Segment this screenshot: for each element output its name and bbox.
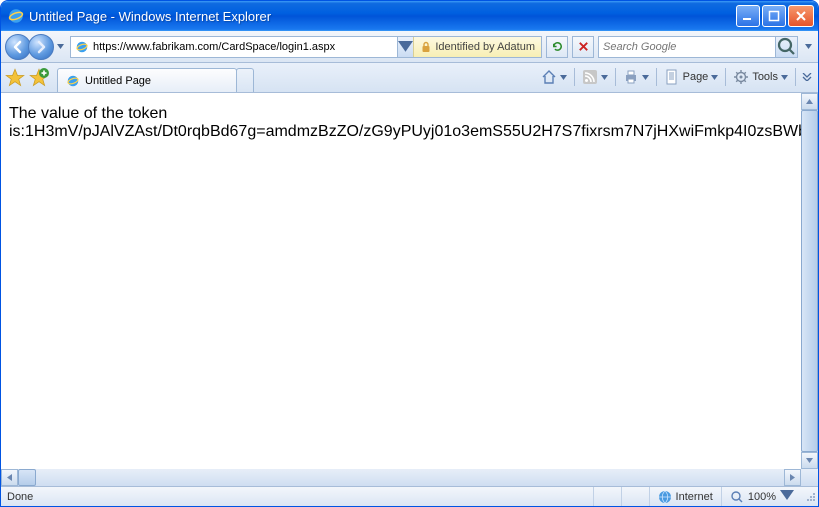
command-bar: Page Tools <box>538 66 814 92</box>
scroll-up-button[interactable] <box>801 93 818 110</box>
ie-favicon-icon <box>66 74 80 88</box>
status-bar: Done Internet 100% <box>1 486 818 506</box>
scroll-down-button[interactable] <box>801 452 818 469</box>
nav-history-dropdown[interactable] <box>54 38 66 56</box>
ie-logo-icon <box>7 7 25 25</box>
page-text-line2: is:1H3mV/pJAlVZAst/Dt0rqbBd67g=amdmzBzZO… <box>9 123 793 141</box>
ie-favicon-icon <box>75 40 89 54</box>
feeds-button[interactable] <box>579 66 611 88</box>
tab-active[interactable]: Untitled Page <box>57 68 237 92</box>
page-menu[interactable]: Page <box>661 66 722 88</box>
tools-menu[interactable]: Tools <box>730 66 791 88</box>
address-url-text: https://www.fabrikam.com/CardSpace/login… <box>93 41 335 53</box>
search-box[interactable] <box>598 36 798 58</box>
status-cell-empty2 <box>621 487 649 506</box>
add-favorite-button[interactable] <box>29 68 49 88</box>
page-text-line1: The value of the token <box>9 105 793 123</box>
toolbar-overflow[interactable] <box>800 66 814 88</box>
address-url[interactable]: https://www.fabrikam.com/CardSpace/login… <box>71 37 397 57</box>
refresh-button[interactable] <box>546 36 568 58</box>
status-zone-label: Internet <box>676 491 713 503</box>
resize-grip[interactable] <box>802 490 818 504</box>
navigation-bar: https://www.fabrikam.com/CardSpace/login… <box>1 31 818 63</box>
tab-title: Untitled Page <box>85 75 151 87</box>
status-zoom[interactable]: 100% <box>721 487 802 506</box>
window-title: Untitled Page - Windows Internet Explore… <box>29 9 736 24</box>
scroll-right-button[interactable] <box>784 469 801 486</box>
page-menu-label: Page <box>683 71 709 83</box>
internet-zone-icon <box>658 490 672 504</box>
certificate-label: Identified by Adatum <box>435 41 535 53</box>
tab-bar: Untitled Page Page Tools <box>1 63 818 93</box>
horizontal-scroll-thumb[interactable] <box>18 469 36 486</box>
lock-icon <box>420 41 432 53</box>
search-dropdown[interactable] <box>802 38 814 56</box>
close-button[interactable] <box>788 5 814 27</box>
search-button[interactable] <box>775 37 797 57</box>
page-body: The value of the token is:1H3mV/pJAlVZAs… <box>1 93 801 469</box>
scroll-left-button[interactable] <box>1 469 18 486</box>
certificate-badge[interactable]: Identified by Adatum <box>413 37 541 57</box>
horizontal-scrollbar[interactable] <box>1 469 801 486</box>
print-button[interactable] <box>620 66 652 88</box>
content-area: The value of the token is:1H3mV/pJAlVZAs… <box>1 93 818 486</box>
status-zone[interactable]: Internet <box>649 487 721 506</box>
status-cell-empty1 <box>593 487 621 506</box>
stop-button[interactable] <box>572 36 594 58</box>
status-text: Done <box>1 491 593 503</box>
scroll-corner <box>801 469 818 486</box>
search-input[interactable] <box>599 37 775 57</box>
new-tab-button[interactable] <box>236 68 254 92</box>
home-button[interactable] <box>538 66 570 88</box>
forward-button[interactable] <box>28 34 54 60</box>
minimize-button[interactable] <box>736 5 760 27</box>
address-bar[interactable]: https://www.fabrikam.com/CardSpace/login… <box>70 36 542 58</box>
window-titlebar: Untitled Page - Windows Internet Explore… <box>1 1 818 31</box>
status-zoom-label: 100% <box>748 491 776 503</box>
address-dropdown[interactable] <box>397 37 413 57</box>
vertical-scroll-thumb[interactable] <box>801 110 818 452</box>
maximize-button[interactable] <box>762 5 786 27</box>
tools-menu-label: Tools <box>752 71 778 83</box>
favorites-button[interactable] <box>5 68 25 88</box>
zoom-icon <box>730 490 744 504</box>
vertical-scrollbar[interactable] <box>801 93 818 469</box>
